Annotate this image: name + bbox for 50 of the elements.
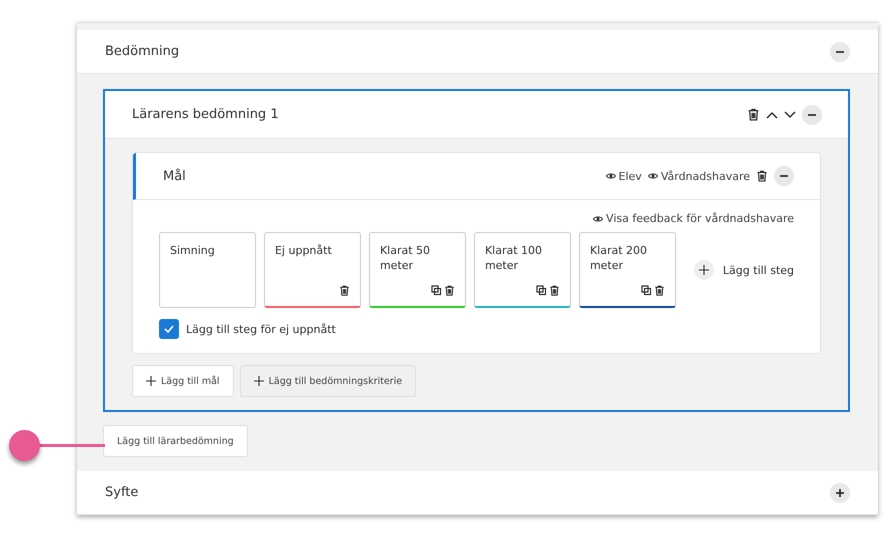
expand-button[interactable]: [830, 482, 850, 502]
copy-icon[interactable]: [640, 285, 652, 296]
level-card[interactable]: Klarat 200 meter: [578, 232, 676, 308]
trash-icon[interactable]: [756, 170, 768, 182]
trash-icon[interactable]: [654, 285, 665, 296]
level-card[interactable]: Klarat 100 meter: [474, 232, 571, 308]
collapse-button[interactable]: [802, 104, 822, 124]
step-label: Simning: [170, 243, 216, 258]
plus-icon: [835, 488, 845, 498]
eye-icon: [593, 214, 604, 222]
add-button[interactable]: Lägg till bedömningskriterie: [240, 365, 416, 397]
checkbox-label: Lägg till steg för ej uppnått: [186, 322, 336, 336]
trash-icon[interactable]: [548, 285, 560, 296]
card-title: Lärarens bedömning 1: [132, 107, 279, 122]
add-button[interactable]: Lägg till mål: [132, 365, 234, 397]
callout-line: [38, 444, 105, 447]
collapse-button[interactable]: [830, 42, 850, 62]
chevron-down-icon[interactable]: [784, 110, 796, 118]
level-card[interactable]: Klarat 50 meter: [368, 232, 466, 308]
trash-icon[interactable]: [747, 108, 760, 121]
feedback-link[interactable]: Visa feedback för vårdnadshavare: [593, 212, 794, 225]
trash-icon[interactable]: [444, 285, 455, 296]
step-label: Ej uppnått: [274, 243, 333, 258]
level-card[interactable]: Ej uppnått: [264, 232, 361, 308]
eye-icon: [606, 172, 616, 180]
goal-name-card[interactable]: Simning: [159, 232, 256, 308]
chevron-up-icon[interactable]: [766, 110, 778, 118]
visibility-toggle[interactable]: Elev: [606, 170, 642, 182]
section-header[interactable]: Syfte: [77, 471, 878, 515]
eye-icon: [648, 172, 658, 180]
section-title: Bedömning: [105, 44, 180, 59]
copy-icon[interactable]: [430, 285, 442, 296]
add-step-button[interactable]: Lägg till steg: [694, 260, 794, 280]
section-title: Syfte: [105, 485, 138, 500]
checkmark-icon: [164, 325, 174, 333]
visibility-toggle[interactable]: Vårdnadshavare: [648, 170, 750, 182]
goal-title: Mål: [163, 168, 186, 184]
plus-icon: [254, 376, 264, 386]
checkbox[interactable]: [159, 319, 179, 339]
add-assessment-button[interactable]: Lägg till lärarbedömning: [103, 425, 248, 457]
plus-icon: [698, 265, 709, 275]
step-label: Klarat 200 meter: [590, 243, 648, 273]
section-header[interactable]: Bedömning: [77, 30, 878, 74]
callout-dot: [9, 430, 40, 461]
step-label: Klarat 100 meter: [484, 243, 544, 273]
trash-icon[interactable]: [338, 285, 350, 296]
collapse-button[interactable]: [774, 166, 794, 186]
copy-icon[interactable]: [536, 285, 547, 296]
plus-icon: [146, 376, 156, 386]
step-label: Klarat 50 meter: [380, 243, 432, 273]
